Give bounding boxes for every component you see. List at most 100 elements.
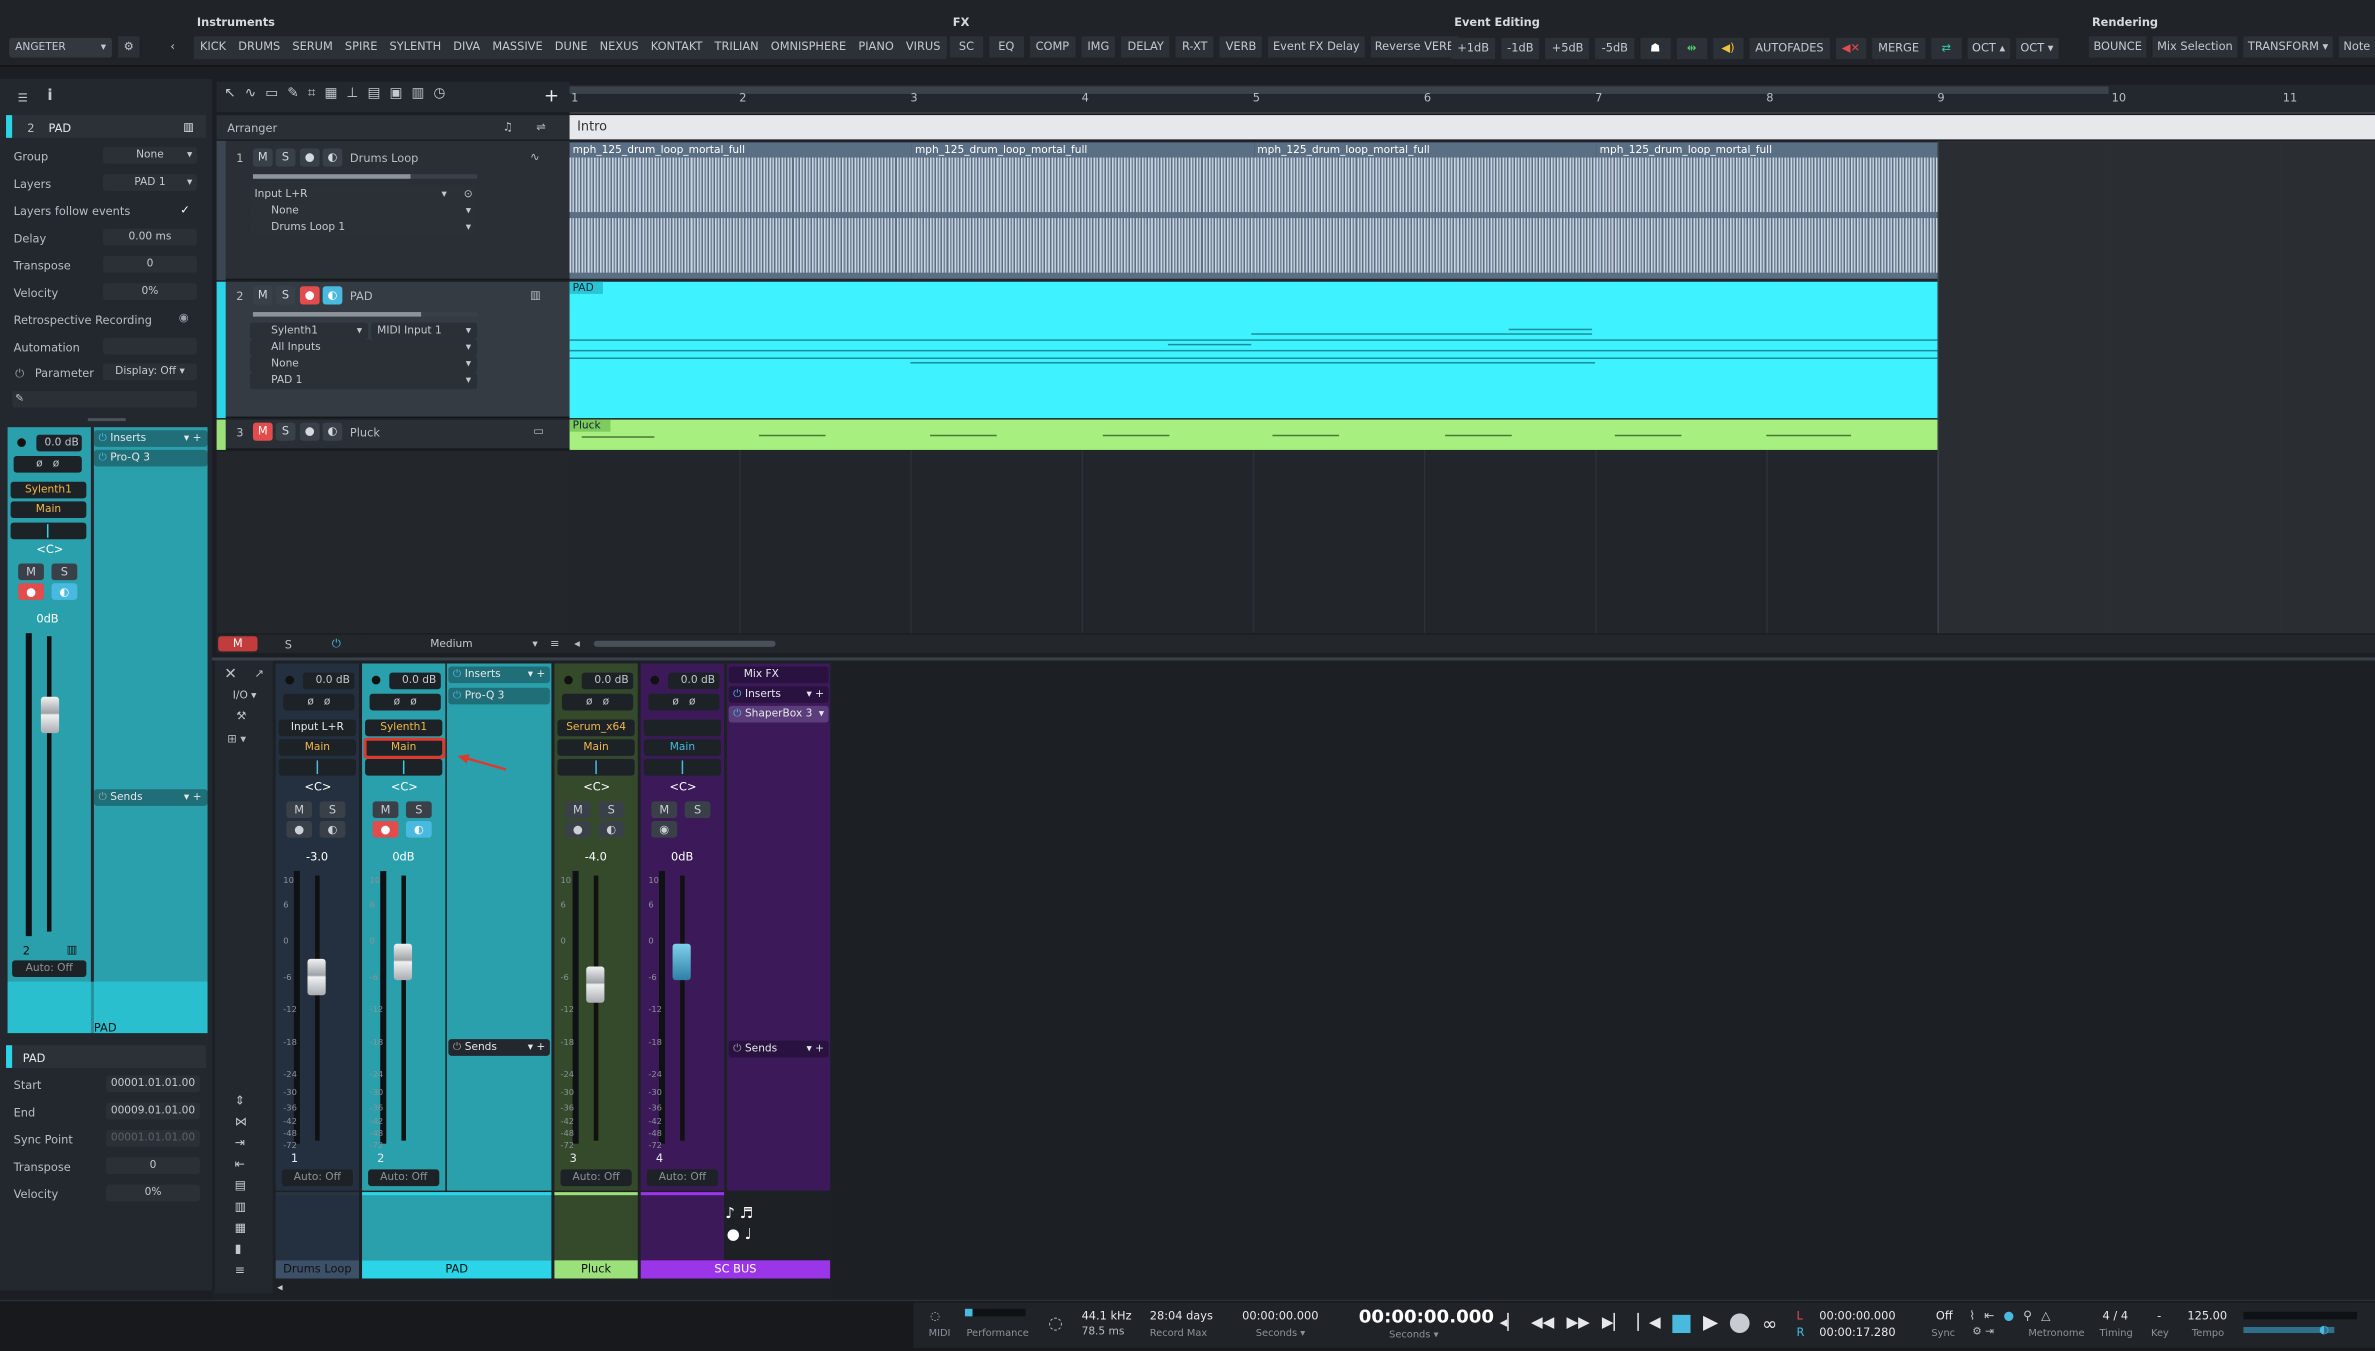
track-1-record[interactable]: ● [299, 148, 320, 167]
expand-horizontal-icon[interactable]: ⋈ [235, 1115, 247, 1129]
performance-label[interactable]: Performance [966, 1327, 1028, 1339]
split-tool-icon[interactable]: ⊥ [347, 86, 359, 101]
loop-icon[interactable]: ∞ [1762, 1313, 1777, 1334]
main-time-display[interactable]: 00:00:00.000 [1359, 1306, 1494, 1327]
inspector-insert-slot-proq[interactable]: ⏻ Pro-Q 3 [93, 449, 208, 467]
range-tool-icon[interactable]: ▭ [265, 86, 278, 101]
preset-selector[interactable]: ANGETER ▾ [9, 37, 113, 58]
arranger-section-intro[interactable]: Intro [577, 120, 607, 135]
channel-sc-bus-listen[interactable]: ◉ [651, 821, 678, 838]
channel-sc-bus-phase-icons[interactable]: ø ø [648, 693, 720, 711]
gain-plus5-button[interactable]: +5dB [1545, 37, 1590, 59]
channel-drums-loop-automation[interactable]: Auto: Off [281, 1169, 353, 1187]
autofades-button[interactable]: AUTOFADES [1749, 37, 1830, 59]
inspector-transpose-field[interactable]: 0 [103, 256, 197, 273]
tempo-value[interactable]: 125.00 [2187, 1309, 2227, 1323]
channel-sc-bus-name[interactable]: SC BUS [640, 1260, 831, 1279]
channel-pad-phase-icons[interactable]: ø ø [369, 693, 441, 711]
track-2-send[interactable]: None ▾ [249, 355, 478, 373]
pencil-tool-icon[interactable]: ✎ [287, 86, 298, 101]
inspector-instrument-label[interactable]: Sylenth1 [10, 481, 87, 499]
channel-pluck-output[interactable]: Main [557, 739, 635, 756]
channel-sc-bus-mute[interactable]: M [651, 801, 678, 818]
horizontal-scrollbar[interactable] [593, 640, 776, 647]
channel-drums-loop-output[interactable]: Main [278, 739, 356, 756]
arranger-settings-icon[interactable]: ⇌ [536, 120, 546, 134]
retro-record-icon[interactable]: ◉ [179, 311, 189, 325]
instrument-omnisphere-button[interactable]: OMNISPHERE [765, 36, 853, 57]
master-volume-toggle-icon[interactable]: ◐ [2319, 1322, 2329, 1336]
channel-pluck-gain-knob-icon[interactable]: ● [564, 673, 574, 687]
inspector-display-select[interactable]: Display: Off ▾ [103, 363, 197, 381]
track-2-record[interactable]: ● [299, 286, 320, 305]
clock-tool-icon[interactable]: ◷ [433, 86, 445, 101]
fx-reverse-verb-button[interactable]: Reverse VERB [1370, 36, 1460, 58]
global-power-icon[interactable]: ⏻ [332, 636, 341, 651]
instrument-sylenth-button[interactable]: SYLENTH [383, 36, 447, 57]
to-start-icon[interactable]: ▏◀ [1637, 1315, 1660, 1332]
inspector-pan-slider[interactable] [10, 522, 87, 540]
instrument-trilian-button[interactable]: TRILIAN [708, 36, 764, 57]
loop-range-bar[interactable] [569, 86, 2109, 94]
channel-pluck-input[interactable]: Serum_x64 [557, 719, 635, 737]
channel-pluck-gain[interactable]: 0.0 dB [581, 672, 634, 690]
inspector-phase-icons[interactable]: ø ø [13, 455, 82, 473]
inspector-notes-field[interactable]: ✎ [12, 390, 197, 408]
mixfx-title[interactable]: Mix FX [728, 666, 829, 684]
channel-pluck-name[interactable]: Pluck [554, 1260, 638, 1279]
channel-drums-loop-fader[interactable] [307, 958, 326, 996]
channel-pad-solo[interactable]: S [405, 801, 432, 818]
track-2-solo[interactable]: S [275, 286, 296, 305]
global-mute-button[interactable]: M [218, 636, 258, 652]
list-icon[interactable]: ≡ [235, 1263, 247, 1277]
track-2-inputs[interactable]: All Inputs ▾ [249, 339, 478, 356]
drum-clip-1[interactable]: mph_125_drum_loop_mortal_full [569, 142, 912, 279]
channel-pluck-phase-icons[interactable]: ø ø [561, 693, 634, 711]
note-fx-button[interactable]: Note FX [2338, 36, 2375, 58]
return-to-zero-icon[interactable]: ◂▏ [1500, 1315, 1519, 1332]
event-start-field[interactable]: 00001.01.01.00 [106, 1075, 200, 1093]
track-1-input[interactable]: Input L+R ▾ ⊙ [249, 186, 478, 203]
channel-pluck-automation[interactable]: Auto: Off [560, 1169, 632, 1187]
instrument-piano-button[interactable]: PIANO [852, 36, 900, 57]
power-icon[interactable]: ⏻ [15, 367, 24, 382]
preset-settings-icon[interactable]: ⚙ [118, 36, 140, 58]
mixfx-insert-shaperbox[interactable]: ⏻ ShaperBox 3 ▾ [728, 705, 829, 723]
inspector-output-label[interactable]: Main [10, 501, 87, 519]
channel-pad-input[interactable]: Sylenth1 [365, 719, 443, 737]
tempo-map-icon[interactable]: △ [2041, 1309, 2050, 1323]
track-1-monitor[interactable]: ◐ [322, 148, 343, 167]
bar-tool-icon[interactable]: ▥ [411, 86, 424, 101]
channel-drums-loop-pan-slider[interactable] [278, 758, 356, 776]
pad-inserts-header[interactable]: ⏻ Inserts ▾ + [448, 666, 550, 684]
gain-minus1-button[interactable]: -1dB [1501, 37, 1540, 59]
track-2-midi-input[interactable]: MIDI Input 1 ▾ [371, 322, 478, 340]
track-1-solo[interactable]: S [275, 148, 296, 167]
film-icon[interactable]: ▤ [235, 1179, 247, 1193]
channel-sc-bus-pan-slider[interactable] [643, 758, 722, 776]
event-sync-field[interactable]: 00001.01.01.00 [106, 1130, 200, 1147]
record-button[interactable] [1730, 1313, 1751, 1334]
inspector-record-button[interactable]: ● [18, 583, 44, 600]
channel-sc-bus-gain-knob-icon[interactable]: ● [650, 673, 660, 687]
fx-event-delay-button[interactable]: Event FX Delay [1268, 36, 1365, 58]
drum-clip-4[interactable]: mph_125_drum_loop_mortal_full [1596, 142, 1938, 279]
rewind-icon[interactable]: ◀◀ [1531, 1315, 1554, 1332]
instrument-drums-button[interactable]: DRUMS [232, 36, 286, 57]
key-value[interactable]: - [2157, 1309, 2161, 1323]
fx-eq-button[interactable]: EQ [989, 36, 1024, 58]
track-2-instrument[interactable]: Sylenth1 ▾ [249, 322, 369, 340]
channel-pluck-solo[interactable]: S [598, 801, 625, 818]
layers-follow-checkbox[interactable]: ✓ [180, 203, 190, 217]
channel-pluck-mute[interactable]: M [565, 801, 591, 818]
speaker-icon[interactable]: ◀) [1712, 37, 1744, 59]
pluck-clip[interactable]: Pluck [569, 419, 1938, 450]
expand-vertical-icon[interactable]: ⇕ [235, 1094, 247, 1108]
fx-img-button[interactable]: IMG [1081, 36, 1116, 58]
collapse-left-icon[interactable]: ‹ [164, 36, 182, 57]
pad-insert-slot-proq[interactable]: ⏻ Pro-Q 3 [448, 687, 550, 705]
timing-value[interactable]: 4 / 4 [2103, 1309, 2129, 1323]
channel-pluck-pan-slider[interactable] [557, 758, 635, 776]
secondary-time-format[interactable]: Seconds ▾ [1256, 1327, 1305, 1339]
fx-sc-button[interactable]: SC [949, 36, 984, 58]
